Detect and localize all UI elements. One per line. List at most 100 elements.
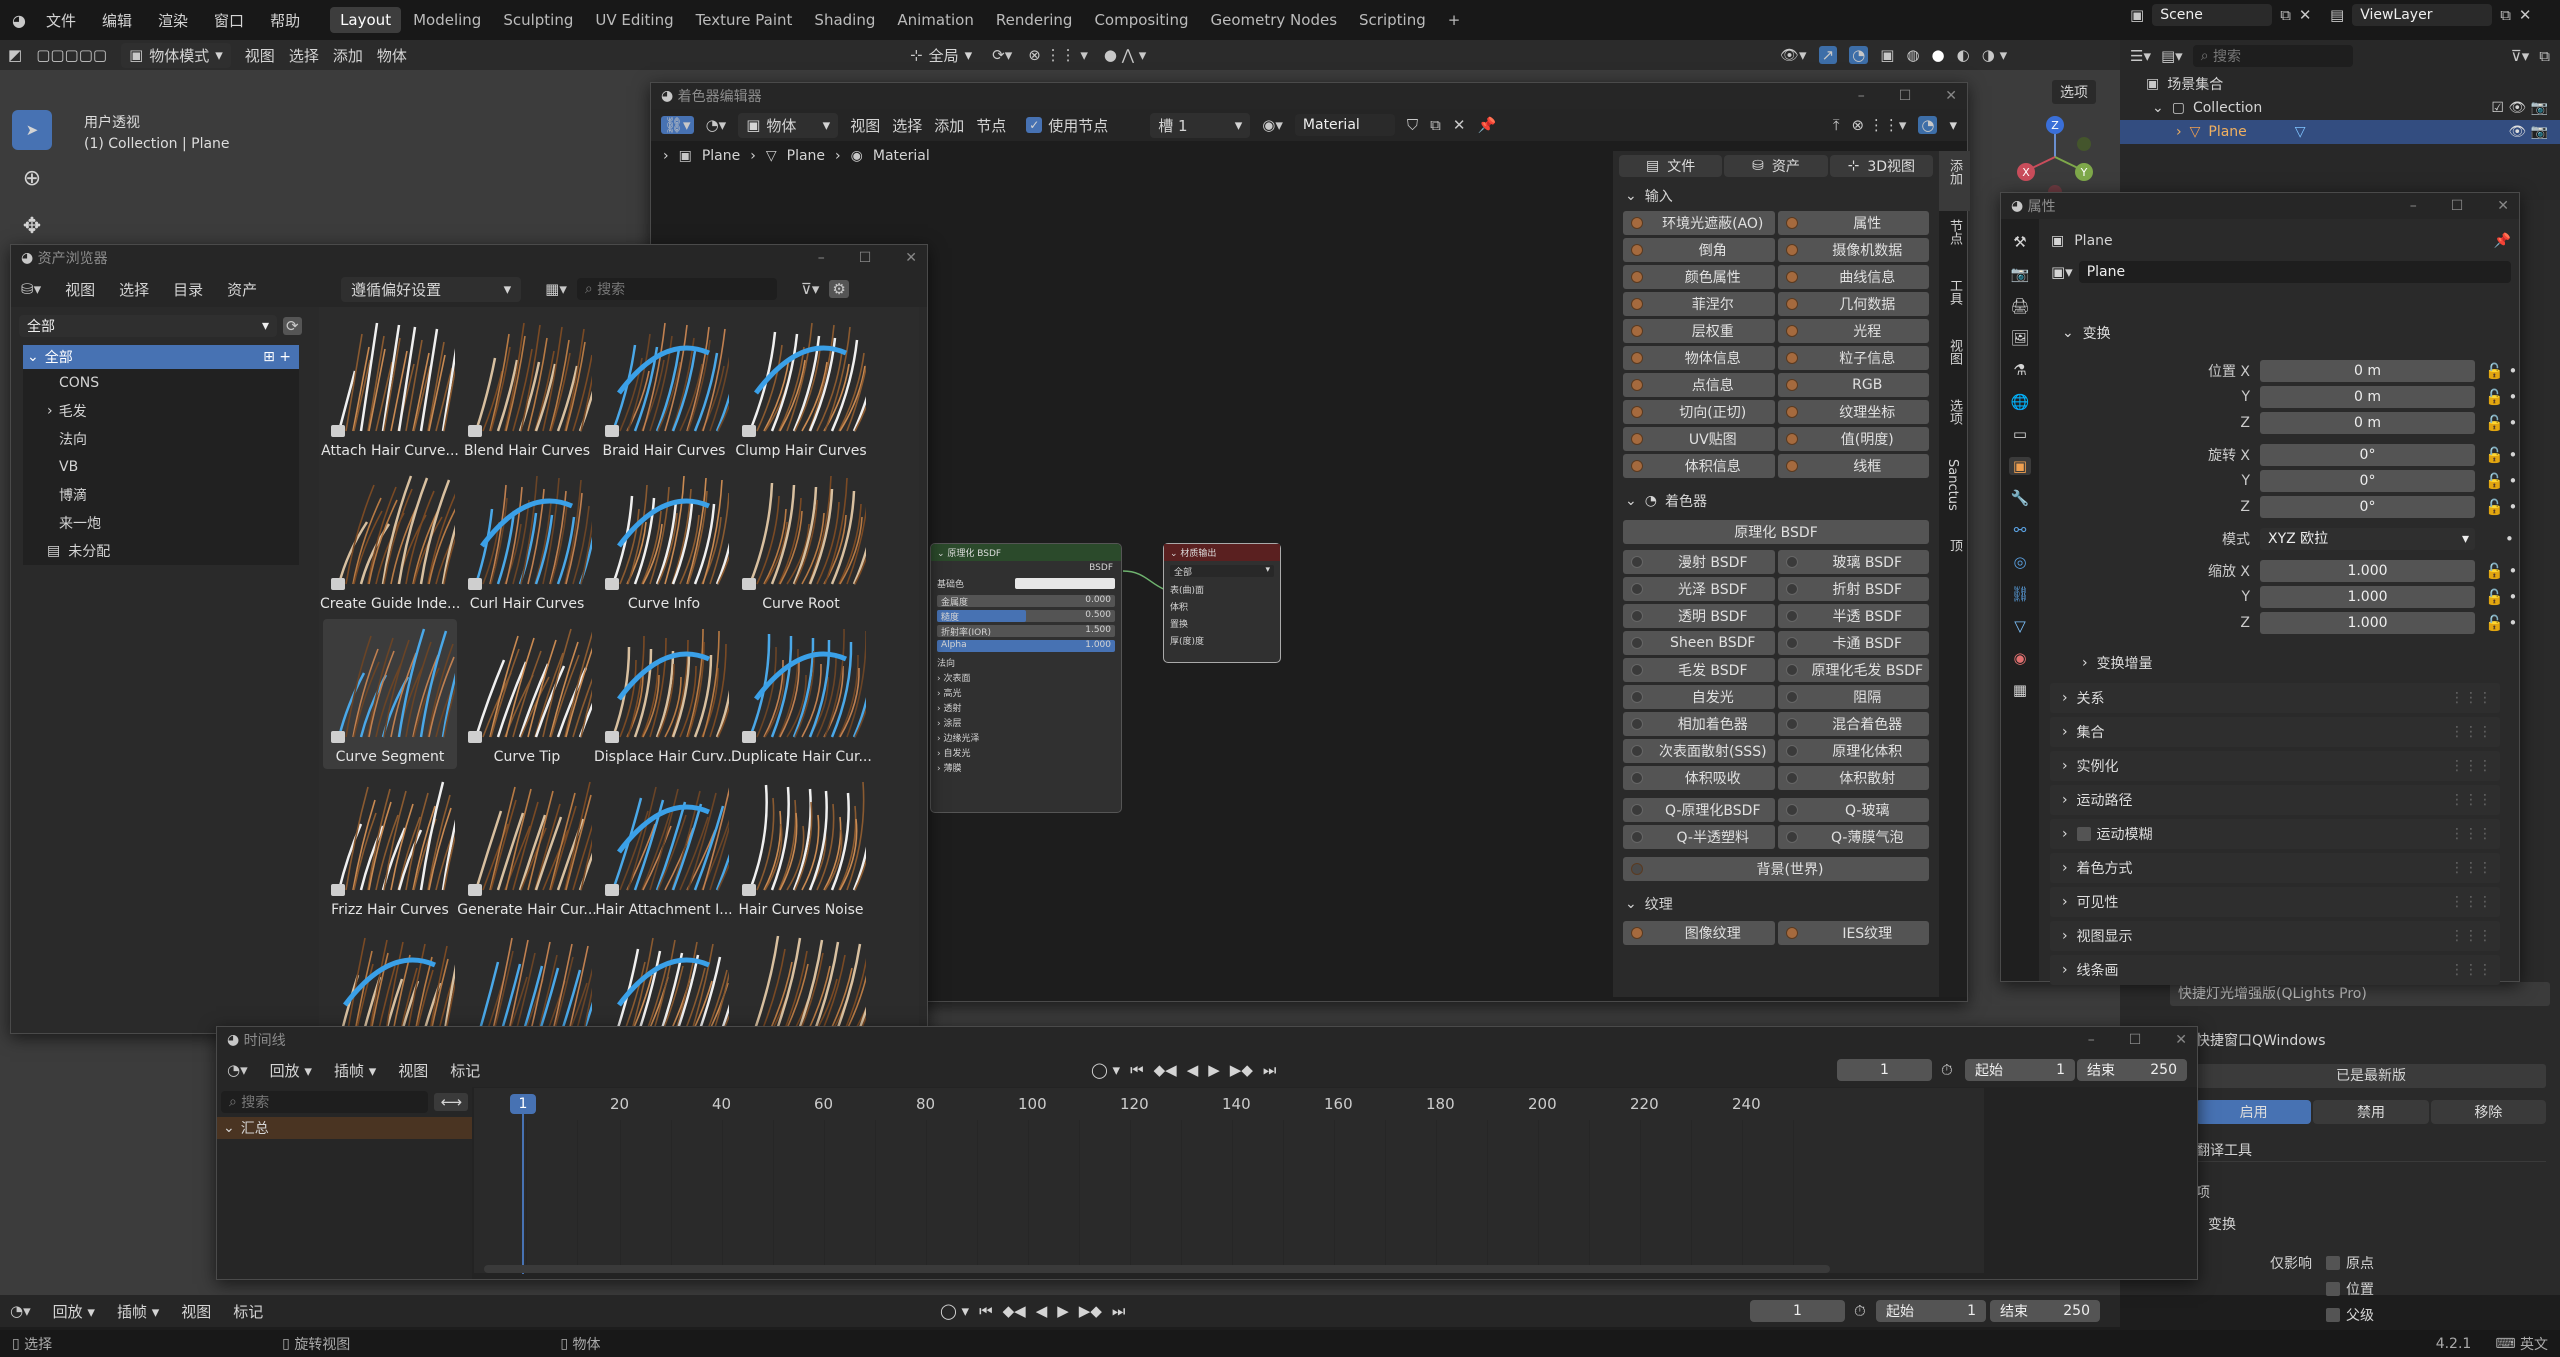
shader-menu-node[interactable]: 节点 (976, 115, 1006, 136)
delta-transform-header[interactable]: › 变换增量 (2070, 648, 2500, 678)
side-tab-options[interactable]: 选项 (1939, 391, 1970, 451)
add-workspace-icon[interactable]: + (1438, 7, 1471, 33)
minimize-icon[interactable]: – (2410, 198, 2417, 214)
emission-panel[interactable]: › 自发光 (931, 745, 1121, 760)
select-box-icon[interactable]: ▢▢▢▢▢ (36, 46, 107, 64)
properties-panel-header[interactable]: › 集合 ⋮⋮⋮ (2050, 717, 2500, 747)
asset-tile[interactable]: Curve Tip (460, 619, 594, 769)
shader-button[interactable]: 体积吸收 (1623, 766, 1775, 790)
properties-panel-header[interactable]: › 着色方式 ⋮⋮⋮ (2050, 853, 2500, 883)
catalog-item[interactable]: VB (23, 453, 299, 481)
menu-render[interactable]: 渲染 (158, 10, 188, 31)
scale-y-field[interactable]: 1.000 (2260, 586, 2475, 608)
tab-animation[interactable]: Animation (887, 7, 983, 33)
asset-settings-icon[interactable]: ⚙ (829, 280, 849, 298)
viewport-menu-select[interactable]: 选择 (289, 45, 319, 66)
shader-type-icon[interactable]: ◔▾ (706, 116, 727, 134)
timeline-scrollbar[interactable] (484, 1265, 1830, 1273)
object-tab-icon[interactable]: ▣ (2008, 457, 2032, 475)
jump-end-icon[interactable]: ⏭ (1112, 1302, 1126, 1320)
asset-tile[interactable]: Braid Hair Curves (597, 313, 731, 463)
surface-socket[interactable]: 表(曲)面 (1164, 581, 1280, 598)
menu-edit[interactable]: 编辑 (102, 10, 132, 31)
pivot-icon[interactable]: ⟳▾ (992, 46, 1012, 64)
close-icon[interactable]: ✕ (2175, 1032, 2187, 1048)
side-tab-sanctus[interactable]: Sanctus (1939, 451, 1966, 531)
maximize-icon[interactable]: ☐ (2129, 1032, 2142, 1048)
auto-key-icon[interactable]: ◯ ▾ (1091, 1061, 1120, 1079)
minimize-icon[interactable]: – (1858, 88, 1865, 104)
asset-tile[interactable]: Curve Info (597, 466, 731, 616)
cursor-tool-icon[interactable]: ⊕ (12, 158, 52, 198)
shading-wire-icon[interactable]: ◍ (1906, 46, 1919, 64)
lock-icon[interactable]: 🔓 • (2485, 614, 2517, 632)
scene-field[interactable]: Scene (2152, 4, 2273, 26)
options-dropdown[interactable]: 选项 (2052, 80, 2096, 104)
q-node-button[interactable]: Q-玻璃 (1777, 798, 1929, 822)
drag-handle-icon[interactable]: ⋮⋮⋮ (2450, 758, 2492, 774)
tab-scripting[interactable]: Scripting (1349, 7, 1436, 33)
input-button[interactable]: 环境光遮蔽(AO) (1623, 211, 1775, 235)
move-tool-icon[interactable]: ✥ (12, 206, 52, 246)
shader-button[interactable]: 透明 BSDF (1623, 604, 1775, 628)
outliner-plane[interactable]: › ▽ Plane ▽ 👁 📷 (2120, 120, 2560, 144)
thickness-socket[interactable]: 厚(度)度 (1164, 632, 1280, 649)
affect-location-checkbox[interactable]: 位置 (2326, 1279, 2374, 1299)
shader-button[interactable]: 光泽 BSDF (1623, 577, 1775, 601)
asset-menu-select[interactable]: 选择 (119, 279, 149, 300)
output-target-dropdown[interactable]: 全部 ▾ (1170, 565, 1274, 578)
shader-button[interactable]: 漫射 BSDF (1623, 550, 1775, 574)
bottom-menu-view[interactable]: 视图 (181, 1301, 211, 1322)
channel-search[interactable]: ⌕ 搜索 (221, 1091, 429, 1113)
viewport-menu-view[interactable]: 视图 (245, 45, 275, 66)
asset-tile[interactable]: Hair Curves Noise (734, 772, 868, 922)
collection-toggles-icon[interactable]: ☑ 👁 📷 (2491, 100, 2548, 116)
overlay-icon[interactable]: ◔ (1849, 46, 1869, 64)
shader-button[interactable]: 半透 BSDF (1777, 604, 1929, 628)
asset-tile[interactable] (460, 925, 594, 1033)
tab-geometry-nodes[interactable]: Geometry Nodes (1200, 7, 1347, 33)
input-button[interactable]: 几何数据 (1777, 292, 1929, 316)
play-icon[interactable]: ▶ (1208, 1061, 1220, 1079)
side-tab-node[interactable]: 节点 (1939, 211, 1970, 271)
display-mode-icon[interactable]: ▤▾ (2161, 47, 2183, 65)
asset-menu-asset[interactable]: 资产 (227, 279, 257, 300)
select-tool-icon[interactable]: ➤ (12, 110, 52, 150)
shader-header[interactable]: ⌄ ◔ 着色器 (1613, 484, 1939, 518)
asset-tile[interactable]: Create Guide Inde... (320, 466, 460, 616)
bottom-menu-keying[interactable]: 插帧 ▾ (117, 1301, 159, 1322)
material-name-field[interactable]: Material (1294, 114, 1395, 136)
navigation-gizmo[interactable]: Z X Y (2010, 112, 2100, 202)
input-button[interactable]: 值(明度) (1777, 427, 1929, 451)
base-color-swatch[interactable] (1015, 578, 1115, 589)
motion-blur-checkbox[interactable] (2076, 827, 2091, 841)
asset-tile[interactable]: Attach Hair Curve... (321, 313, 459, 463)
shader-button[interactable]: 玻璃 BSDF (1777, 550, 1929, 574)
shading-material-icon[interactable]: ◐ (1957, 46, 1970, 64)
play-reverse-icon[interactable]: ◀ (1187, 1061, 1199, 1079)
import-method-dropdown[interactable]: 遵循偏好设置 ▾ (341, 276, 522, 302)
timeline-keyframe-area[interactable] (474, 1088, 1984, 1273)
ies-texture-button[interactable]: IES纹理 (1777, 921, 1929, 945)
drag-handle-icon[interactable]: ⋮⋮⋮ (2450, 826, 2492, 842)
ior-field[interactable]: 折射率(IOR) 1.500 (937, 625, 1115, 638)
bsdf-output-socket[interactable]: BSDF (931, 561, 1121, 575)
shader-button[interactable]: 次表面散射(SSS) (1623, 739, 1775, 763)
physics-tab-icon[interactable]: ◎ (2013, 553, 2026, 571)
input-button[interactable]: 光程 (1777, 319, 1929, 343)
editor-type-icon[interactable]: ◩ (8, 46, 22, 64)
tab-compositing[interactable]: Compositing (1084, 7, 1198, 33)
delete-viewlayer-icon[interactable]: ✕ (2519, 6, 2532, 24)
asset-tile[interactable]: Displace Hair Curv... (594, 619, 734, 769)
asset-tile[interactable]: Hair Attachment I... (595, 772, 733, 922)
shader-button[interactable]: 体积散射 (1777, 766, 1929, 790)
properties-panel-header[interactable]: › 可见性 ⋮⋮⋮ (2050, 887, 2500, 917)
drag-handle-icon[interactable]: ⋮⋮⋮ (2450, 962, 2492, 978)
location-z-field[interactable]: 0 m (2260, 412, 2475, 434)
asset-tile[interactable]: Blend Hair Curves (460, 313, 594, 463)
timeline-editor-icon[interactable]: ◔▾ (227, 1061, 248, 1079)
tab-modeling[interactable]: Modeling (403, 7, 491, 33)
viewlayer-field[interactable]: ViewLayer (2352, 4, 2493, 26)
current-frame-field[interactable]: 1 (1837, 1059, 1932, 1081)
outliner-search[interactable]: ⌕ 搜索 (2192, 45, 2353, 67)
